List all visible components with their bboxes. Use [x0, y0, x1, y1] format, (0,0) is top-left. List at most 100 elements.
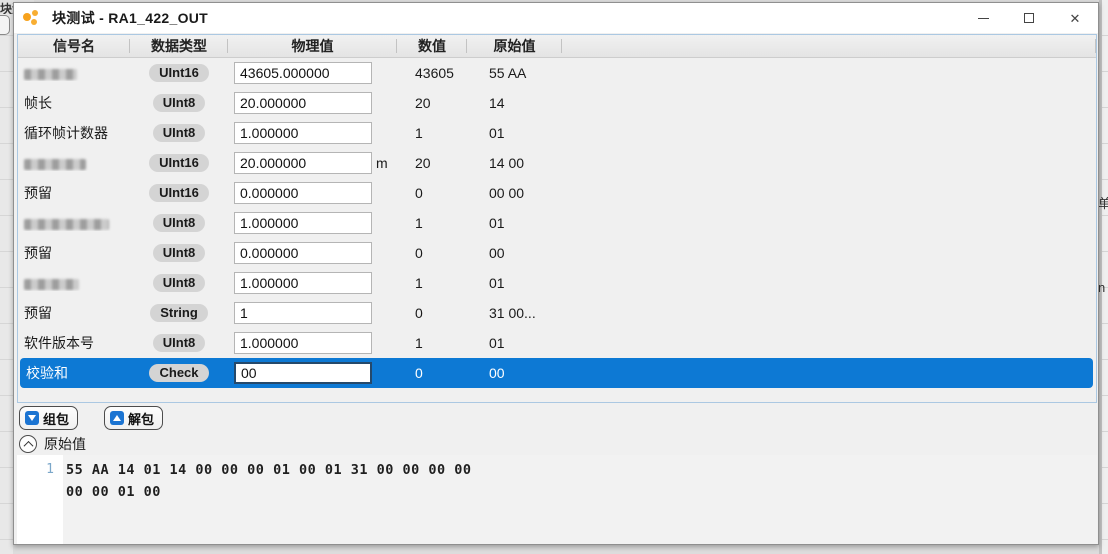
table-row[interactable]: UInt16m2014 00 — [18, 148, 1096, 178]
raw-value: 14 00 — [467, 155, 562, 171]
collapse-toggle[interactable] — [19, 435, 37, 453]
signal-name: 预留 — [18, 183, 130, 203]
minimize-button[interactable] — [960, 3, 1006, 33]
data-type-badge: UInt16 — [149, 184, 209, 202]
signal-name — [18, 215, 130, 231]
table-row[interactable]: 预留UInt8000 — [18, 238, 1096, 268]
physical-value-input[interactable] — [234, 182, 372, 204]
raw-value: 00 — [467, 365, 562, 381]
unpack-button[interactable]: 解包 — [104, 406, 163, 430]
redacted-signal-name — [24, 219, 109, 230]
line-number: 1 — [46, 462, 54, 477]
data-type-cell: UInt8 — [130, 274, 228, 292]
physical-value-cell — [228, 212, 397, 234]
physical-value-cell — [228, 122, 397, 144]
numeric-value: 43605 — [397, 65, 467, 81]
hex-line-2: 00 00 01 00 — [66, 484, 161, 500]
raw-value: 55 AA — [467, 65, 562, 81]
raw-value: 01 — [467, 335, 562, 351]
raw-value: 14 — [467, 95, 562, 111]
unpack-button-label: 解包 — [128, 409, 154, 428]
table-row[interactable]: 校验和 Check 000 — [20, 358, 1093, 388]
data-type-cell: UInt16 — [130, 154, 228, 172]
background-app-right-strip — [1099, 0, 1108, 554]
table-row[interactable]: 帧长UInt82014 — [18, 88, 1096, 118]
numeric-value: 0 — [397, 365, 467, 381]
data-type-cell: String — [130, 304, 228, 322]
pack-button[interactable]: 组包 — [19, 406, 78, 430]
signal-name — [18, 155, 130, 171]
numeric-value: 1 — [397, 125, 467, 141]
physical-value-cell — [228, 362, 397, 384]
signal-name: 软件版本号 — [18, 333, 130, 353]
unpack-up-icon — [110, 411, 124, 425]
physical-value-cell — [228, 242, 397, 264]
physical-value-input[interactable] — [234, 152, 372, 174]
physical-value-cell — [228, 62, 397, 84]
physical-value-input[interactable] — [234, 212, 372, 234]
header-raw-value: 原始值 — [467, 35, 562, 57]
raw-value: 00 — [467, 245, 562, 261]
physical-value-cell — [228, 332, 397, 354]
window-title: 块测试 - RA1_422_OUT — [52, 8, 208, 28]
physical-value-input[interactable] — [234, 92, 372, 114]
background-app-left-strip — [0, 0, 13, 554]
signal-table: 信号名 数据类型 物理值 数值 原始值 UInt164360555 AA帧长UI… — [17, 34, 1097, 403]
table-body: UInt164360555 AA帧长UInt82014循环帧计数器UInt810… — [18, 58, 1096, 388]
redacted-signal-name — [24, 279, 79, 290]
pack-down-icon — [25, 411, 39, 425]
numeric-value: 1 — [397, 335, 467, 351]
redacted-signal-name — [24, 69, 77, 80]
table-row[interactable]: 软件版本号 UInt8 101 — [18, 328, 1096, 358]
physical-value-input[interactable] — [234, 62, 372, 84]
hex-content: 55 AA 14 01 14 00 00 00 01 00 01 31 00 0… — [63, 455, 1097, 544]
background-text-fragment: n — [1098, 280, 1108, 295]
data-type-cell: UInt8 — [130, 334, 228, 352]
minimize-icon — [978, 18, 989, 19]
table-header-row: 信号名 数据类型 物理值 数值 原始值 — [18, 35, 1096, 58]
header-signal-name: 信号名 — [18, 35, 130, 57]
signal-name: 循环帧计数器 — [18, 123, 130, 143]
data-type-badge: UInt16 — [149, 154, 209, 172]
numeric-value: 20 — [397, 155, 467, 171]
header-spacer — [562, 35, 1096, 57]
table-row[interactable]: 预留UInt16000 00 — [18, 178, 1096, 208]
physical-value-input[interactable] — [234, 122, 372, 144]
raw-value: 00 00 — [467, 185, 562, 201]
physical-value-input[interactable] — [234, 302, 372, 324]
raw-hex-editor[interactable]: 1 55 AA 14 01 14 00 00 00 01 00 01 31 00… — [17, 455, 1097, 544]
table-row[interactable]: UInt8101 — [18, 208, 1096, 238]
signal-name: 帧长 — [18, 93, 130, 113]
raw-section-title: 原始值 — [44, 434, 86, 454]
data-type-badge: UInt8 — [153, 94, 206, 112]
table-row[interactable]: UInt8101 — [18, 268, 1096, 298]
redacted-signal-name — [24, 159, 86, 170]
signal-name: 预留 — [18, 303, 130, 323]
background-app-button-fragment — [0, 15, 10, 35]
header-data-type: 数据类型 — [130, 35, 228, 57]
table-row[interactable]: 循环帧计数器UInt8101 — [18, 118, 1096, 148]
physical-value-cell — [228, 92, 397, 114]
background-text-fragment: 单 — [1098, 193, 1108, 212]
block-test-dialog: 块测试 - RA1_422_OUT ✕ 信号名 数据类型 物理值 数值 原始值 … — [13, 2, 1099, 545]
titlebar: 块测试 - RA1_422_OUT ✕ — [14, 3, 1098, 33]
close-icon: ✕ — [1070, 12, 1081, 25]
maximize-button[interactable] — [1006, 3, 1052, 33]
table-row[interactable]: UInt164360555 AA — [18, 58, 1096, 88]
table-row[interactable]: 预留String031 00... — [18, 298, 1096, 328]
raw-value: 31 00... — [467, 305, 562, 321]
physical-value-input[interactable] — [234, 362, 372, 384]
data-type-badge: Check — [149, 364, 208, 382]
numeric-value: 1 — [397, 275, 467, 291]
data-type-badge: UInt8 — [153, 334, 206, 352]
data-type-badge: UInt8 — [153, 124, 206, 142]
app-logo-icon — [23, 10, 41, 26]
physical-value-input[interactable] — [234, 242, 372, 264]
physical-value-input[interactable] — [234, 272, 372, 294]
signal-name: 校验和 — [20, 363, 130, 383]
close-button[interactable]: ✕ — [1052, 3, 1098, 33]
maximize-icon — [1024, 13, 1034, 23]
data-type-cell: Check — [130, 364, 228, 382]
data-type-cell: UInt8 — [130, 244, 228, 262]
physical-value-input[interactable] — [234, 332, 372, 354]
